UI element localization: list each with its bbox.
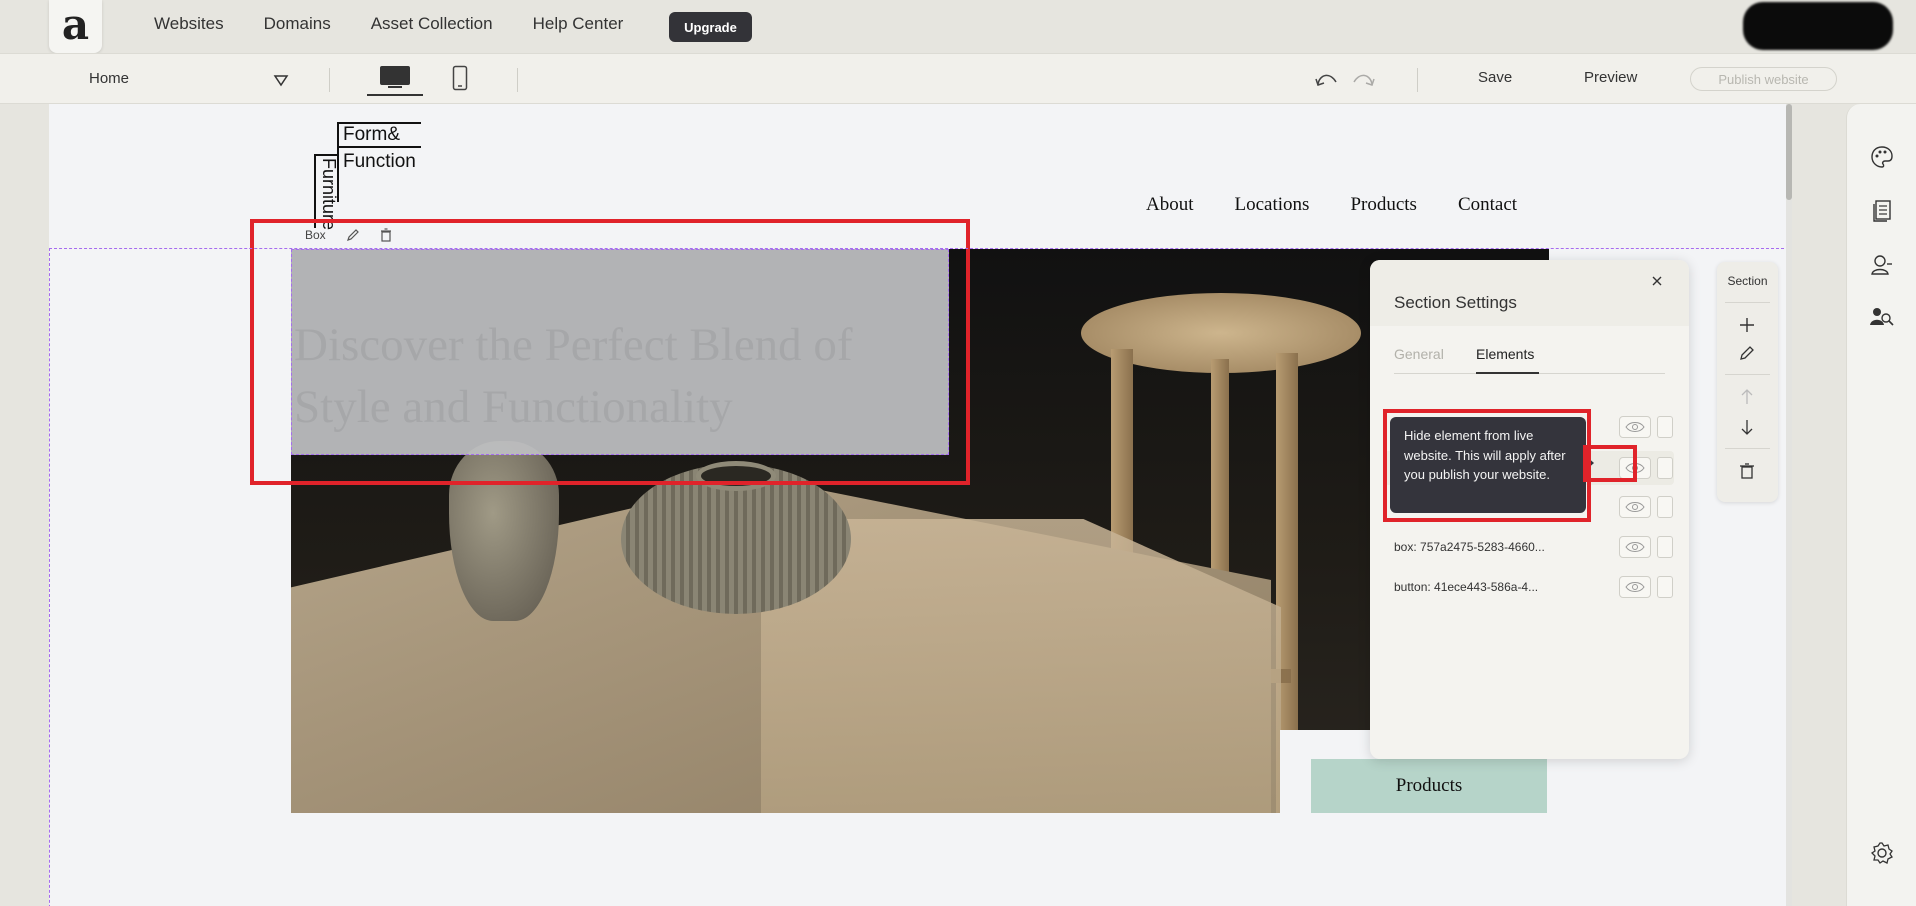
- panel-title: Section Settings: [1394, 293, 1517, 312]
- account-avatar[interactable]: [1743, 2, 1893, 50]
- user-icon[interactable]: [1869, 252, 1895, 278]
- tab-elements[interactable]: Elements: [1476, 346, 1534, 362]
- site-nav-products[interactable]: Products: [1350, 194, 1417, 216]
- logo-rule: [314, 154, 316, 228]
- nav-link-help-center[interactable]: Help Center: [533, 14, 624, 34]
- editor-toolbar: Home Save Preview Publish website: [0, 53, 1916, 104]
- eye-icon: [1625, 502, 1645, 512]
- nav-link-domains[interactable]: Domains: [264, 14, 331, 34]
- canvas-scrollbar[interactable]: [1786, 104, 1792, 906]
- brand-word-form: Form&: [343, 124, 400, 145]
- site-nav-about[interactable]: About: [1146, 194, 1194, 216]
- eye-icon: [1625, 542, 1645, 552]
- section-toolbar-divider: [1725, 448, 1770, 449]
- mobile-icon: [452, 65, 468, 91]
- section-toolbar-divider: [1725, 302, 1770, 303]
- highlight-box-visibility-toggle: [1583, 445, 1637, 482]
- user-search-icon[interactable]: [1869, 304, 1895, 330]
- mobile-visibility-toggle[interactable]: [1657, 576, 1673, 598]
- site-nav-locations[interactable]: Locations: [1235, 194, 1310, 216]
- plus-icon[interactable]: [1738, 316, 1756, 334]
- eye-icon: [1625, 582, 1645, 592]
- section-toolbar-divider: [1725, 374, 1770, 375]
- app-logo[interactable]: a: [49, 0, 102, 53]
- upgrade-button[interactable]: Upgrade: [669, 12, 752, 42]
- main-nav-links: Websites Domains Asset Collection Help C…: [154, 14, 623, 34]
- arrow-down-icon[interactable]: [1738, 418, 1756, 436]
- top-navigation: a Websites Domains Asset Collection Help…: [0, 0, 1916, 53]
- highlight-box-tooltip: [1383, 409, 1591, 522]
- redo-icon[interactable]: [1350, 70, 1376, 90]
- publish-website-button[interactable]: Publish website: [1690, 67, 1837, 91]
- pencil-icon[interactable]: [1738, 344, 1756, 362]
- eye-icon: [1625, 422, 1645, 432]
- element-label[interactable]: button: 41ece443-586a-4...: [1394, 580, 1538, 594]
- mobile-visibility-toggle[interactable]: [1657, 416, 1673, 438]
- mobile-view-button[interactable]: [447, 62, 473, 94]
- active-tab-indicator: [1476, 372, 1539, 374]
- toolbar-divider: [329, 68, 330, 92]
- settings-gear-icon[interactable]: [1869, 840, 1895, 866]
- products-button[interactable]: Products: [1311, 759, 1547, 813]
- tab-general[interactable]: General: [1394, 346, 1444, 362]
- logo-rule: [337, 146, 421, 148]
- scrollbar-thumb[interactable]: [1786, 104, 1792, 200]
- visibility-toggle[interactable]: [1619, 536, 1651, 558]
- element-label[interactable]: box: 757a2475-5283-4660...: [1394, 540, 1545, 554]
- visibility-toggle[interactable]: [1619, 416, 1651, 438]
- site-nav-contact[interactable]: Contact: [1458, 194, 1517, 216]
- page-selector[interactable]: Home: [89, 70, 129, 87]
- undo-icon[interactable]: [1314, 70, 1340, 90]
- trash-icon[interactable]: [1738, 462, 1756, 480]
- palette-icon[interactable]: [1869, 144, 1895, 170]
- visibility-toggle[interactable]: [1619, 576, 1651, 598]
- arrow-up-icon[interactable]: [1738, 388, 1756, 406]
- close-icon[interactable]: [1648, 272, 1666, 290]
- nav-link-websites[interactable]: Websites: [154, 14, 224, 34]
- desktop-view-button[interactable]: [367, 60, 423, 96]
- toolbar-divider: [517, 68, 518, 92]
- logo-letter: a: [61, 0, 90, 49]
- brand-word-function: Function: [343, 151, 416, 172]
- mobile-visibility-toggle[interactable]: [1657, 496, 1673, 518]
- visibility-toggle[interactable]: [1619, 496, 1651, 518]
- pages-icon[interactable]: [1869, 198, 1895, 224]
- section-label: Section: [1727, 274, 1768, 288]
- save-button[interactable]: Save: [1478, 69, 1512, 86]
- element-row: button: 41ece443-586a-4...: [1394, 571, 1673, 605]
- mobile-visibility-toggle[interactable]: [1657, 457, 1673, 479]
- section-toolbar: Section: [1717, 262, 1778, 502]
- site-navigation: About Locations Products Contact: [1146, 194, 1517, 216]
- chevron-down-icon[interactable]: [272, 71, 290, 89]
- logo-rule: [314, 154, 339, 156]
- element-row: box: 757a2475-5283-4660...: [1394, 531, 1673, 565]
- mobile-visibility-toggle[interactable]: [1657, 536, 1673, 558]
- toolbar-divider: [1417, 68, 1418, 92]
- desktop-icon: [380, 66, 410, 88]
- nav-link-asset-collection[interactable]: Asset Collection: [371, 14, 493, 34]
- site-brand-logo[interactable]: Form& Function Furniture: [309, 120, 421, 230]
- preview-button[interactable]: Preview: [1584, 69, 1637, 86]
- right-sidebar: [1846, 104, 1916, 906]
